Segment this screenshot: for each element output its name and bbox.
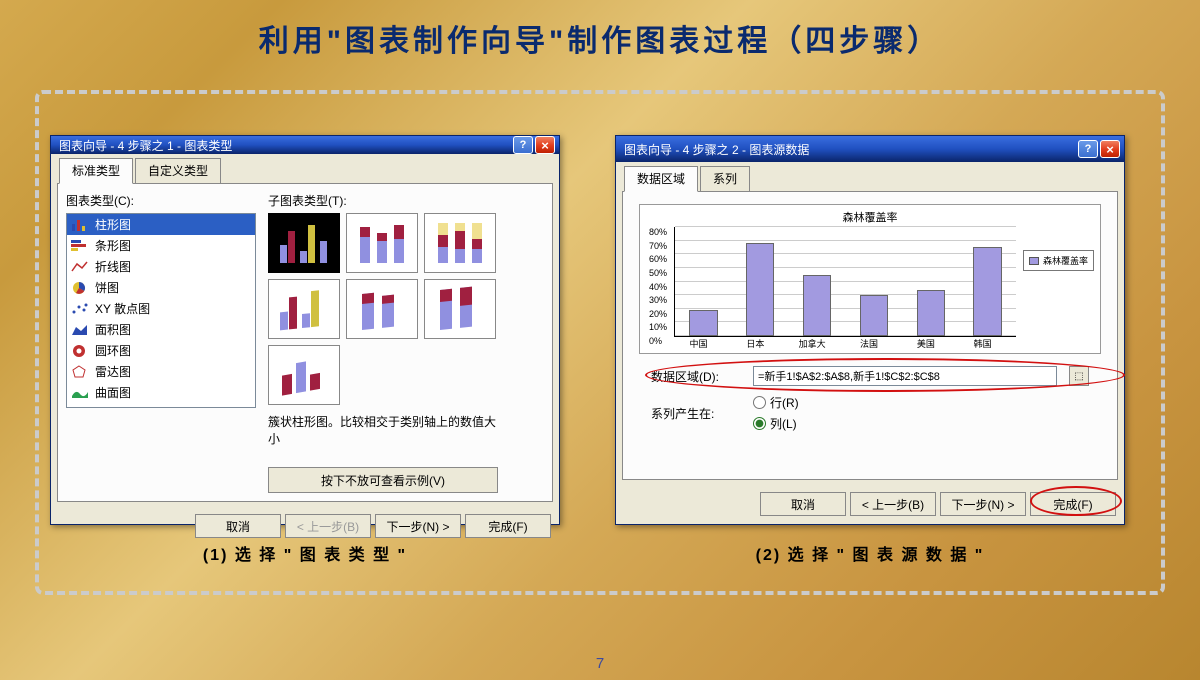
titlebar-1[interactable]: 图表向导 - 4 步骤之 1 - 图表类型 ? × — [51, 136, 559, 154]
surface-chart-icon — [71, 386, 89, 400]
titlebar-2[interactable]: 图表向导 - 4 步骤之 2 - 图表源数据 ? × — [616, 136, 1124, 162]
y-tick: 40% — [649, 282, 667, 292]
subtype-description: 簇状柱形图。比较相交于类别轴上的数值大小 — [268, 413, 498, 447]
tab-custom-types[interactable]: 自定义类型 — [135, 158, 221, 184]
close-icon[interactable]: × — [535, 136, 555, 154]
title-text-1: 图表向导 - 4 步骤之 1 - 图表类型 — [59, 137, 511, 154]
data-range-input[interactable] — [753, 366, 1057, 386]
bar — [803, 275, 831, 336]
scatter-chart-icon — [71, 302, 89, 316]
list-item-line[interactable]: 折线图 — [67, 256, 255, 277]
caption-step1: (1) 选 择 " 图 表 类 型 " — [203, 541, 407, 565]
list-item-surface[interactable]: 曲面图 — [67, 382, 255, 403]
subtype-3d-stacked[interactable] — [346, 279, 418, 339]
y-tick: 60% — [649, 254, 667, 264]
back-button: < 上一步(B) — [285, 514, 371, 538]
x-label: 日本 — [735, 337, 775, 350]
y-tick: 50% — [649, 268, 667, 278]
bar — [973, 247, 1001, 336]
chart-title: 森林覆盖率 — [644, 209, 1096, 225]
slide-title: 利用"图表制作向导"制作图表过程（四步骤） — [0, 0, 1200, 68]
radio-columns[interactable]: 列(L) — [753, 415, 843, 432]
x-label: 美国 — [906, 337, 946, 350]
chart-type-label: 图表类型(C): — [66, 192, 256, 209]
tab-series[interactable]: 系列 — [700, 166, 750, 192]
range-picker-icon[interactable]: ⬚ — [1069, 366, 1089, 386]
finish-button[interactable]: 完成(F) — [1030, 492, 1116, 516]
finish-button[interactable]: 完成(F) — [465, 514, 551, 538]
list-item-doughnut[interactable]: 圆环图 — [67, 340, 255, 361]
bar-chart-icon — [71, 239, 89, 253]
list-item-scatter[interactable]: XY 散点图 — [67, 298, 255, 319]
subtype-3d[interactable] — [268, 345, 340, 405]
help-icon[interactable]: ? — [1078, 140, 1098, 158]
legend-swatch-icon — [1029, 257, 1039, 265]
next-button[interactable]: 下一步(N) > — [375, 514, 461, 538]
pie-chart-icon — [71, 281, 89, 295]
subtype-grid — [268, 213, 498, 405]
tab-data-range[interactable]: 数据区域 — [624, 166, 698, 192]
subtype-100stacked[interactable] — [424, 213, 496, 273]
area-chart-icon — [71, 323, 89, 337]
list-item-pie[interactable]: 饼图 — [67, 277, 255, 298]
radio-rows[interactable]: 行(R) — [753, 394, 843, 411]
x-label: 韩国 — [963, 337, 1003, 350]
chart-wizard-step2-dialog: 图表向导 - 4 步骤之 2 - 图表源数据 ? × 数据区域 系列 森林覆盖率… — [615, 135, 1125, 525]
radar-chart-icon — [71, 365, 89, 379]
chart-preview: 森林覆盖率 0% 10% 20% 30% 40% 50% 60% 70% 80% 中国 日本 加拿大 法… — [639, 204, 1101, 354]
x-label: 中国 — [679, 337, 719, 350]
page-number: 7 — [596, 655, 604, 672]
list-item-radar[interactable]: 雷达图 — [67, 361, 255, 382]
cancel-button[interactable]: 取消 — [195, 514, 281, 538]
y-tick: 10% — [649, 322, 667, 332]
next-button[interactable]: 下一步(N) > — [940, 492, 1026, 516]
bar — [689, 310, 717, 336]
list-item-bar[interactable]: 条形图 — [67, 235, 255, 256]
chart-wizard-step1-dialog: 图表向导 - 4 步骤之 1 - 图表类型 ? × 标准类型 自定义类型 图表类… — [50, 135, 560, 525]
y-tick: 0% — [649, 336, 662, 346]
bar — [860, 295, 888, 336]
subtype-3d-clustered[interactable] — [268, 279, 340, 339]
series-in-label: 系列产生在: — [651, 405, 741, 422]
caption-step2: (2) 选 择 " 图 表 源 数 据 " — [756, 541, 985, 565]
x-label: 加拿大 — [792, 337, 832, 350]
close-icon[interactable]: × — [1100, 140, 1120, 158]
y-tick: 70% — [649, 241, 667, 251]
y-tick: 20% — [649, 309, 667, 319]
line-chart-icon — [71, 260, 89, 274]
bar — [746, 243, 774, 336]
list-item-area[interactable]: 面积图 — [67, 319, 255, 340]
column-chart-icon — [71, 218, 89, 232]
subtype-stacked[interactable] — [346, 213, 418, 273]
help-icon[interactable]: ? — [513, 136, 533, 154]
back-button[interactable]: < 上一步(B) — [850, 492, 936, 516]
tab-standard-types[interactable]: 标准类型 — [59, 158, 133, 184]
chart-type-listbox[interactable]: 柱形图 条形图 折线图 饼图 — [66, 213, 256, 408]
subtype-label: 子图表类型(T): — [268, 192, 498, 209]
y-tick: 80% — [649, 227, 667, 237]
press-hold-sample-button[interactable]: 按下不放可查看示例(V) — [268, 467, 498, 493]
data-range-label: 数据区域(D): — [651, 368, 741, 385]
subtype-3d-100stacked[interactable] — [424, 279, 496, 339]
bar — [917, 290, 945, 336]
cancel-button[interactable]: 取消 — [760, 492, 846, 516]
x-label: 法国 — [849, 337, 889, 350]
doughnut-chart-icon — [71, 344, 89, 358]
chart-legend: 森林覆盖率 — [1023, 250, 1094, 271]
y-tick: 30% — [649, 295, 667, 305]
title-text-2: 图表向导 - 4 步骤之 2 - 图表源数据 — [624, 141, 1076, 158]
list-item-column[interactable]: 柱形图 — [67, 214, 255, 235]
subtype-clustered[interactable] — [268, 213, 340, 273]
